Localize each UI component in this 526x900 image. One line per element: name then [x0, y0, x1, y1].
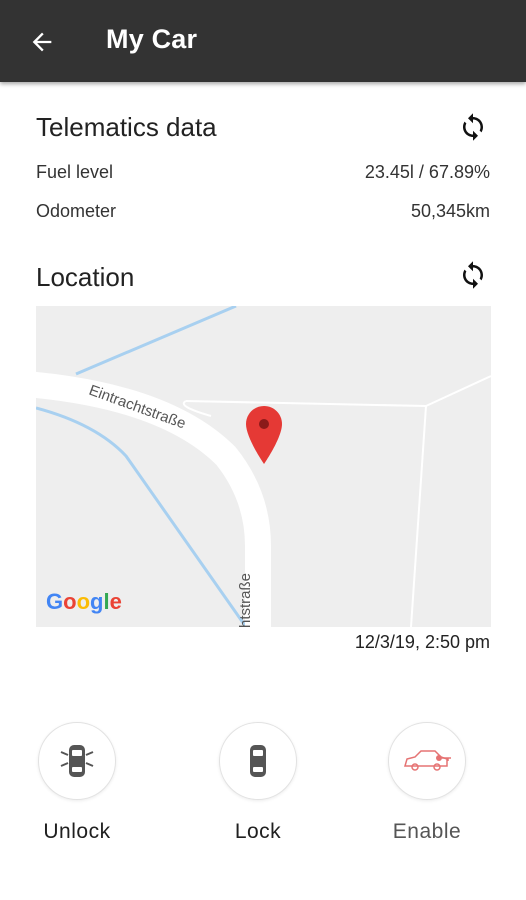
enable-label: Enable: [392, 820, 462, 843]
car-lock-icon: [250, 745, 266, 777]
minor-road: [185, 400, 427, 407]
minor-road: [425, 375, 491, 407]
location-refresh-button[interactable]: [458, 260, 488, 290]
odometer-value: 50,345km: [410, 201, 490, 221]
street-label-2: htstraße: [237, 573, 254, 627]
location-marker[interactable]: [246, 406, 282, 464]
lock-circle[interactable]: [219, 722, 297, 800]
map-pin-icon: [246, 406, 282, 464]
telematics-refresh-button[interactable]: [458, 112, 488, 142]
car-unlock-icon: [60, 745, 94, 777]
unlock-label: Unlock: [43, 820, 111, 843]
car-key-icon: [404, 750, 451, 771]
minor-road: [410, 405, 427, 627]
refresh-icon: [463, 113, 483, 141]
refresh-icon: [463, 261, 483, 289]
page-title: My Car: [106, 24, 198, 54]
waterway: [75, 306, 237, 376]
location-timestamp: 12/3/19, 2:50 pm: [354, 632, 490, 652]
odometer-label: Odometer: [36, 201, 117, 221]
lock-label: Lock: [234, 820, 282, 843]
map-pin-center: [259, 419, 269, 429]
fuel-level-value: 23.45l / 67.89%: [364, 162, 490, 182]
telematics-title: Telematics data: [36, 112, 217, 142]
app-bar: My Car: [0, 0, 526, 82]
location-title: Location: [36, 262, 135, 292]
arrow-left-icon: [32, 32, 52, 52]
fuel-level-label: Fuel level: [36, 162, 114, 182]
lock-button[interactable]: Lock: [198, 722, 318, 862]
location-map[interactable]: Eintrachtstraße htstraße Google: [36, 306, 491, 627]
back-button[interactable]: [26, 26, 58, 58]
unlock-circle[interactable]: [38, 722, 116, 800]
enable-circle[interactable]: [388, 722, 466, 800]
google-logo: Google: [46, 589, 122, 614]
unlock-button[interactable]: Unlock: [17, 722, 137, 862]
enable-button[interactable]: Enable: [367, 722, 487, 862]
